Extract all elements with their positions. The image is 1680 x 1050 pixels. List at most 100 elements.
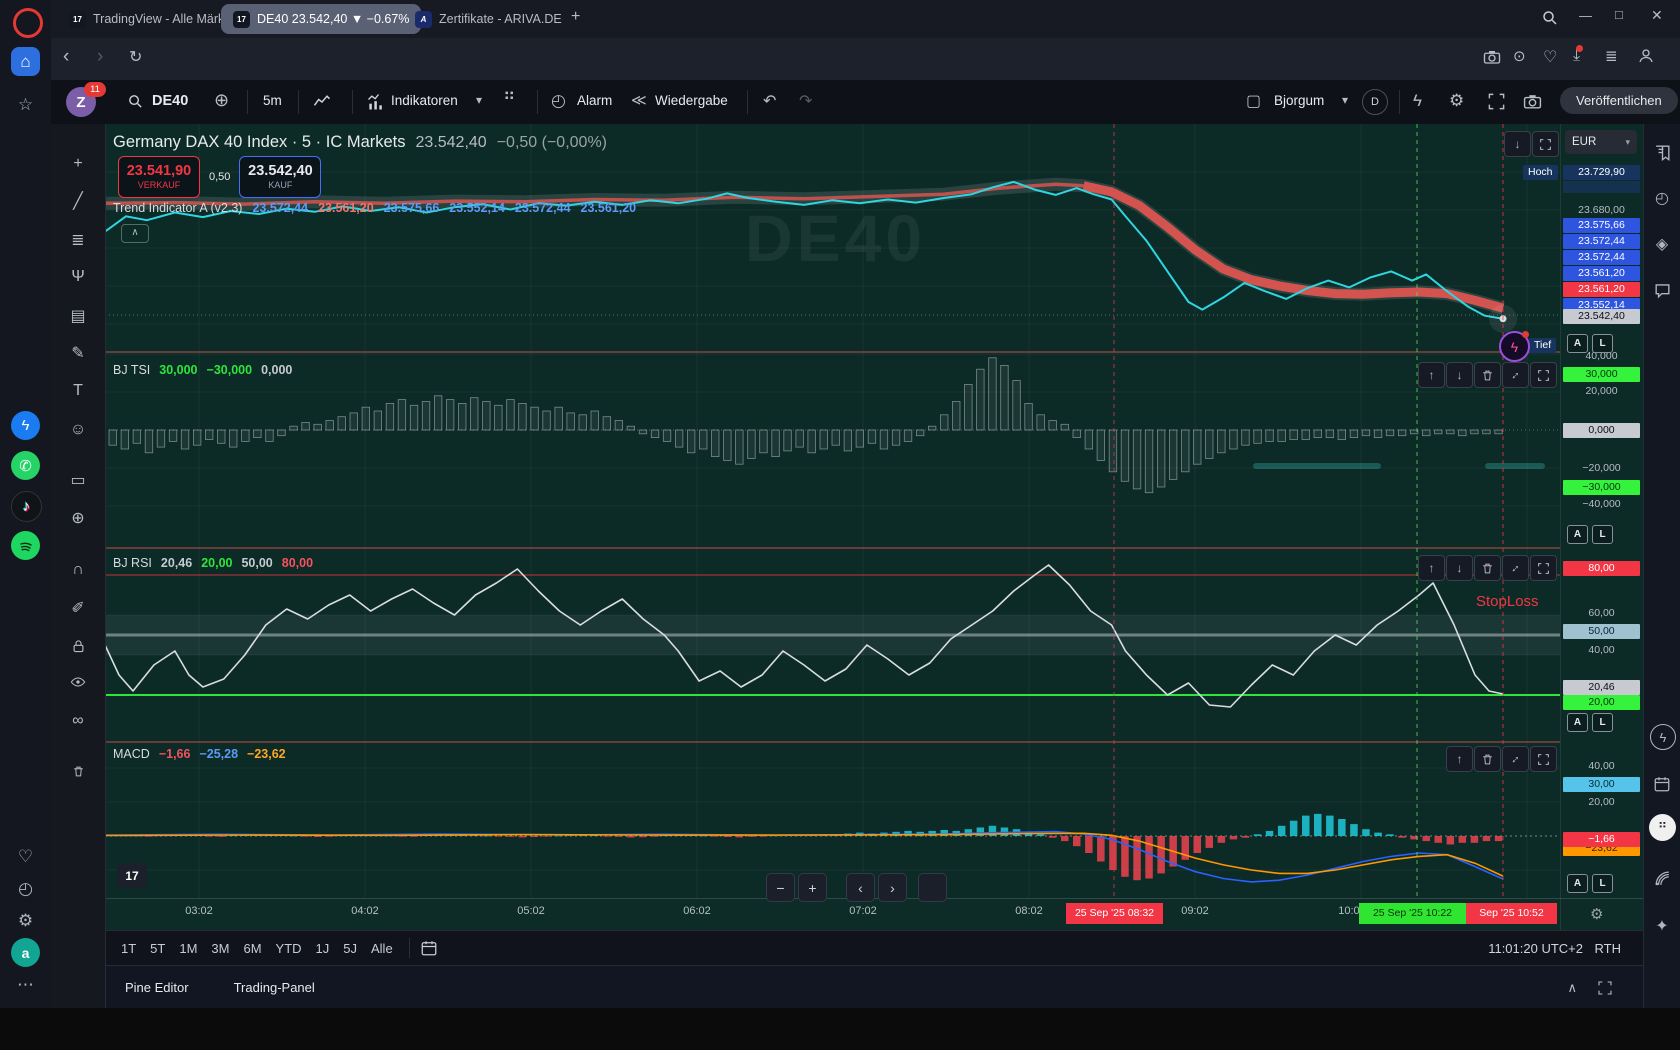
broadcast-signal-icon[interactable] — [1648, 864, 1676, 892]
range-1T[interactable]: 1T — [115, 938, 142, 959]
opera-logo-icon[interactable]: O — [13, 8, 43, 38]
bookmarks-star-icon[interactable]: ☆ — [11, 90, 40, 119]
alarm-button[interactable]: Alarm — [577, 93, 612, 108]
redo-icon[interactable]: ↷ — [799, 91, 812, 111]
panels-icon[interactable]: ≣ — [1605, 47, 1618, 65]
calendar-icon[interactable] — [1648, 770, 1676, 798]
history-icon[interactable]: ◴ — [11, 874, 40, 903]
macd-pane-corners-button[interactable] — [1530, 746, 1557, 772]
pitchfork-tool-icon[interactable]: Ψ — [65, 264, 91, 290]
tab-tradingview-markets[interactable]: 17 TradingView - Alle Märkte — [57, 4, 247, 34]
home-icon[interactable]: ⌂ — [11, 47, 40, 76]
reload-button[interactable]: ↻ — [129, 47, 142, 67]
alerts-clock-icon[interactable]: ◴ — [1648, 184, 1676, 212]
crosshair-tool-icon[interactable]: + — [65, 151, 91, 177]
auto-scale-button[interactable]: A — [1567, 334, 1588, 353]
range-5T[interactable]: 5T — [144, 938, 171, 959]
goto-date-calendar-icon[interactable] — [420, 939, 438, 957]
main-pane-down-button[interactable]: ↓ — [1504, 131, 1531, 157]
bot-bolt-icon[interactable]: ϟ — [1650, 724, 1676, 750]
tradingview-logo[interactable]: 17 — [117, 863, 147, 888]
session-rth[interactable]: RTH — [1595, 941, 1621, 956]
range-Alle[interactable]: Alle — [365, 938, 399, 959]
tsi-legend[interactable]: BJ TSI 30,000 −30,000 0,000 — [113, 363, 292, 377]
rsi-pane-up-button[interactable]: ↑ — [1418, 555, 1445, 581]
rsi-pane-down-button[interactable]: ↓ — [1446, 555, 1473, 581]
scroll-left-button[interactable]: ‹ — [846, 873, 875, 902]
aria-icon[interactable]: a — [11, 938, 40, 967]
lock-tool-icon[interactable] — [65, 633, 91, 659]
bookmark-heart-icon[interactable]: ♡ — [1543, 47, 1557, 67]
rsi-pane-max-button[interactable]: ↕ — [1502, 555, 1529, 581]
legend-collapse-button[interactable]: ∧ — [121, 224, 149, 243]
maximize-button[interactable]: □ — [1615, 7, 1623, 22]
macd-legend[interactable]: MACD −1,66 −25,28 −23,62 — [113, 747, 286, 761]
log-scale-button[interactable]: L — [1592, 334, 1613, 353]
spotify-icon[interactable] — [11, 531, 40, 560]
log-scale-button[interactable]: L — [1592, 525, 1613, 544]
publish-button[interactable]: Veröffentlichen — [1560, 87, 1678, 114]
tsi-pane-trash-button[interactable] — [1474, 362, 1501, 388]
indicators-button[interactable]: Indikatoren — [391, 93, 458, 108]
magnet-tool-icon[interactable]: ∩ — [65, 557, 91, 583]
select-checkbox-icon[interactable]: ▢ — [1246, 91, 1261, 111]
interval-button[interactable]: 5m — [263, 93, 282, 108]
minimize-button[interactable]: — — [1579, 8, 1592, 23]
scroll-right-button[interactable]: › — [878, 873, 907, 902]
tab-trading-panel[interactable]: Trading-Panel — [234, 980, 315, 995]
clock-utc[interactable]: 11:01:20 UTC+2 — [1488, 941, 1583, 956]
axis-settings-gear-icon[interactable]: ⚙ — [1590, 905, 1603, 923]
ideas-sparkle-icon[interactable]: ✦ — [1648, 912, 1676, 940]
panel-collapse-icon[interactable]: ∧ — [1567, 980, 1577, 996]
zoom-in-button[interactable]: + — [798, 873, 827, 902]
tsi-pane-corners-button[interactable] — [1530, 362, 1557, 388]
chart-canvas[interactable] — [105, 124, 1560, 898]
layout-name-button[interactable]: Bjorgum — [1274, 93, 1324, 108]
draw-tool-icon[interactable]: ✐ — [65, 595, 91, 621]
extension-icon[interactable]: ⊙ — [1513, 47, 1526, 65]
replay-rewind-icon[interactable]: ≪ — [631, 91, 647, 109]
main-legend[interactable]: Germany DAX 40 Index · 5 · IC Markets 23… — [113, 133, 607, 152]
indicators-icon[interactable] — [366, 92, 386, 112]
settings-gear-icon[interactable]: ⚙ — [11, 906, 40, 935]
new-tab-button[interactable]: + — [571, 8, 580, 26]
apps-grid-icon[interactable]: ⠛ — [1649, 814, 1676, 841]
tsi-pane-max-button[interactable]: ↕ — [1502, 362, 1529, 388]
indicators-caret-icon[interactable]: ▾ — [476, 93, 482, 107]
profile-icon[interactable] — [1637, 47, 1655, 65]
tab-pine-editor[interactable]: Pine Editor — [125, 980, 189, 995]
compare-add-icon[interactable]: ⊕ — [214, 90, 229, 111]
auto-scale-button[interactable]: A — [1567, 713, 1588, 732]
range-5J[interactable]: 5J — [337, 938, 363, 959]
panel-expand-icon[interactable] — [1597, 980, 1613, 996]
tab-de40-active[interactable]: 17 DE40 23.542,40 ▼ −0.67% — [221, 4, 421, 34]
remove-tool-icon[interactable] — [65, 758, 91, 784]
more-dots-icon[interactable]: ⋯ — [11, 970, 40, 999]
watchlist-icon[interactable] — [1648, 138, 1676, 166]
auto-scale-button[interactable]: A — [1567, 525, 1588, 544]
chat-icon[interactable] — [1648, 276, 1676, 304]
range-3M[interactable]: 3M — [205, 938, 235, 959]
auto-scale-button[interactable]: A — [1567, 874, 1588, 893]
favorites-heart-icon[interactable]: ♡ — [11, 842, 40, 871]
log-scale-button[interactable]: L — [1592, 874, 1613, 893]
range-YTD[interactable]: YTD — [270, 938, 308, 959]
fullscreen-icon[interactable] — [1487, 92, 1506, 111]
brush-tool-icon[interactable]: ✎ — [65, 340, 91, 366]
range-1J[interactable]: 1J — [310, 938, 336, 959]
chart-type-icon[interactable] — [312, 92, 332, 112]
pattern-tool-icon[interactable]: ▤ — [65, 303, 91, 329]
resolution-badge[interactable]: D — [1362, 89, 1388, 115]
indicator-bot-icon[interactable]: ϟ — [1499, 331, 1530, 362]
quick-search-bolt-icon[interactable]: ϟ — [1413, 91, 1422, 111]
trend-indicator-legend[interactable]: Trend Indicator A (v2.3) 23.572,44 23.56… — [113, 201, 636, 215]
downloads-icon[interactable]: ⤓ — [1573, 47, 1580, 65]
tab-zertifikate[interactable]: A Zertifikate - ARIVA.DE — [403, 4, 574, 34]
tsi-pane-up-button[interactable]: ↑ — [1418, 362, 1445, 388]
fib-tool-icon[interactable]: ≣ — [65, 227, 91, 253]
symbol-title[interactable]: Germany DAX 40 Index · 5 · IC Markets — [113, 133, 406, 152]
hide-tool-icon[interactable] — [65, 669, 91, 695]
symbol-search-icon[interactable] — [127, 93, 144, 110]
back-button[interactable]: ‹ — [63, 46, 69, 68]
tiktok-icon[interactable]: ♪ — [11, 491, 42, 522]
